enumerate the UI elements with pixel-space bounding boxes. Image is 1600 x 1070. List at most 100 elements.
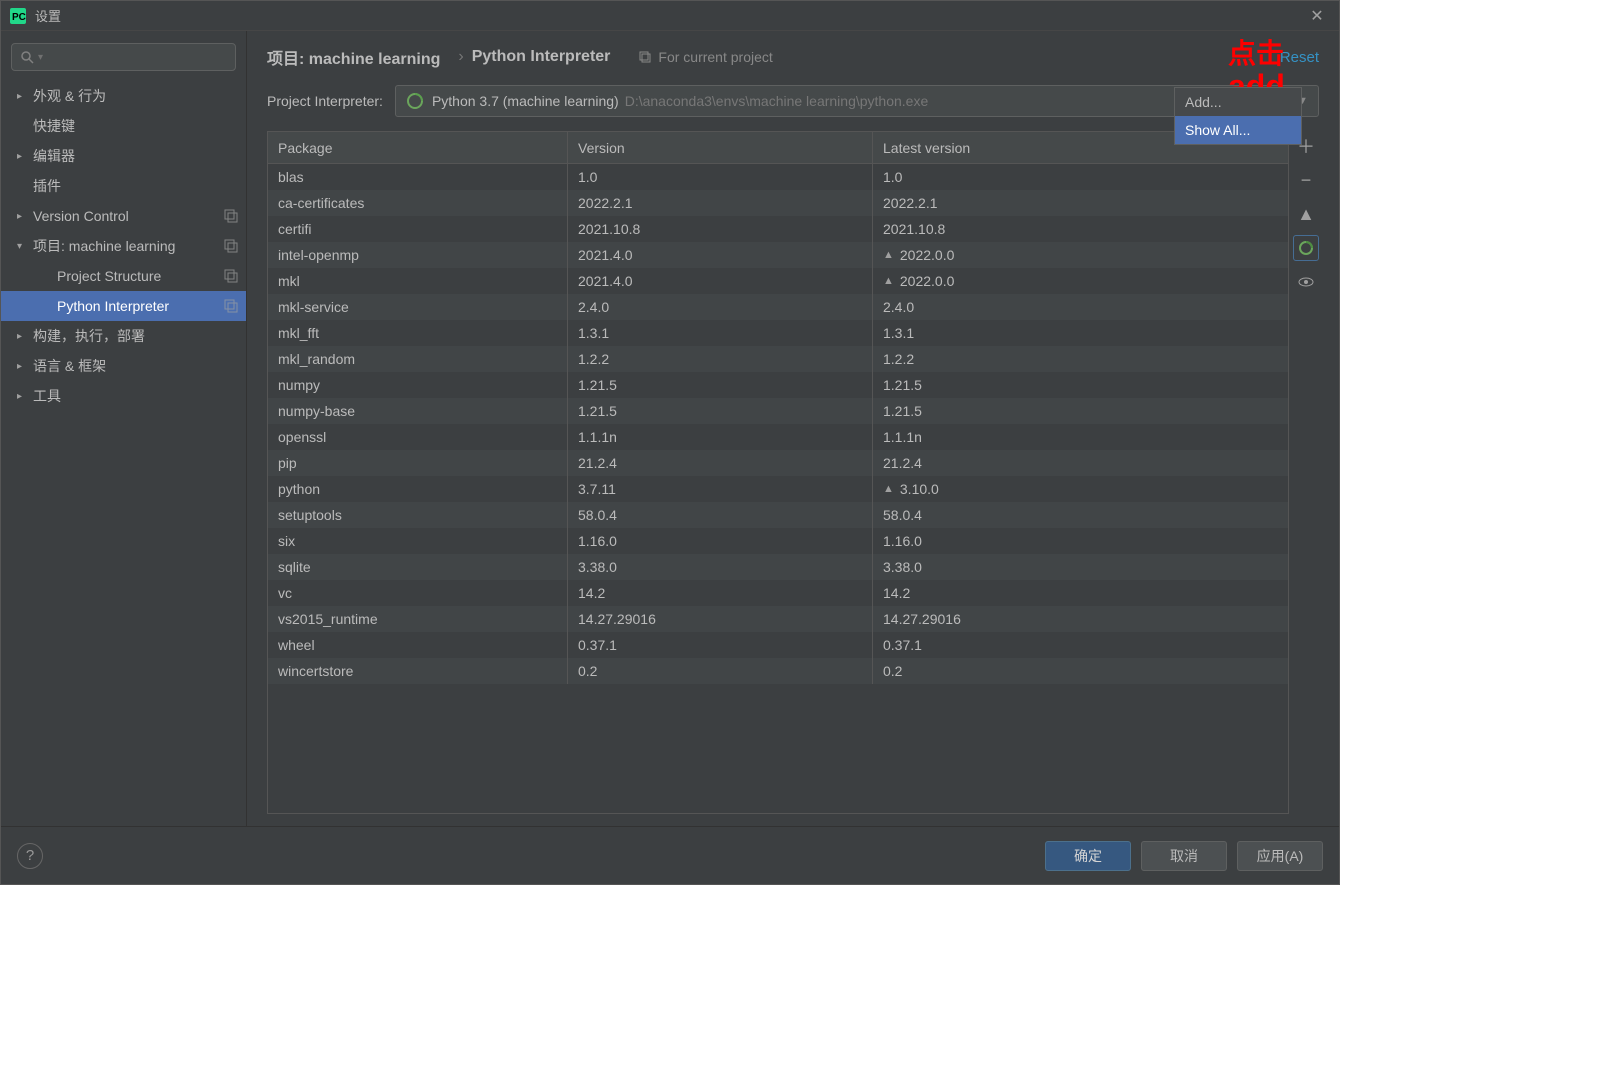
apply-button[interactable]: 应用(A) (1237, 841, 1323, 871)
sidebar-item-7[interactable]: Python Interpreter (1, 291, 246, 321)
sidebar-item-1[interactable]: 快捷键 (1, 111, 246, 141)
table-row[interactable]: vc14.214.2 (268, 580, 1288, 606)
table-row[interactable]: sqlite3.38.03.38.0 (268, 554, 1288, 580)
expand-arrow-icon (17, 91, 29, 102)
cell-latest: 1.21.5 (873, 398, 1288, 424)
cell-package: intel-openmp (268, 242, 568, 268)
cell-latest-text: 0.37.1 (883, 637, 922, 653)
upgrade-package-button[interactable]: ▲ (1293, 201, 1319, 227)
table-row[interactable]: blas1.01.0 (268, 164, 1288, 190)
window-title: 设置 (35, 6, 1303, 25)
table-body[interactable]: blas1.01.0ca-certificates2022.2.12022.2.… (268, 164, 1288, 813)
col-header-package[interactable]: Package (268, 132, 568, 163)
table-row[interactable]: ca-certificates2022.2.12022.2.1 (268, 190, 1288, 216)
expand-arrow-icon (17, 361, 29, 372)
cell-package: wincertstore (268, 658, 568, 684)
table-row[interactable]: setuptools58.0.458.0.4 (268, 502, 1288, 528)
remove-package-button[interactable]: − (1293, 167, 1319, 193)
cell-package: openssl (268, 424, 568, 450)
search-input[interactable]: ▾ (11, 43, 236, 71)
table-row[interactable]: wincertstore0.20.2 (268, 658, 1288, 684)
table-row[interactable]: vs2015_runtime14.27.2901614.27.29016 (268, 606, 1288, 632)
table-row[interactable]: six1.16.01.16.0 (268, 528, 1288, 554)
table-row[interactable]: openssl1.1.1n1.1.1n (268, 424, 1288, 450)
close-button[interactable]: ✕ (1303, 2, 1331, 30)
table-row[interactable]: mkl_fft1.3.11.3.1 (268, 320, 1288, 346)
sidebar-item-label: 编辑器 (33, 146, 238, 166)
cell-latest: ▲2022.0.0 (873, 242, 1288, 268)
interpreter-label: Project Interpreter: (267, 93, 383, 109)
upgrade-available-icon: ▲ (883, 249, 894, 261)
table-row[interactable]: python3.7.11▲3.10.0 (268, 476, 1288, 502)
refresh-button[interactable] (1293, 235, 1319, 261)
sidebar-item-label: Python Interpreter (57, 298, 218, 314)
table-row[interactable]: mkl_random1.2.21.2.2 (268, 346, 1288, 372)
cell-package: setuptools (268, 502, 568, 528)
breadcrumb-item-interpreter: Python Interpreter (472, 48, 611, 66)
cell-version: 1.0 (568, 164, 873, 190)
help-button[interactable]: ? (17, 843, 43, 869)
sidebar-item-6[interactable]: Project Structure (1, 261, 246, 291)
col-header-version[interactable]: Version (568, 132, 873, 163)
cell-latest-text: 0.2 (883, 663, 902, 679)
cell-version: 0.37.1 (568, 632, 873, 658)
table-row[interactable]: mkl-service2.4.02.4.0 (268, 294, 1288, 320)
sidebar-item-5[interactable]: 项目: machine learning (1, 231, 246, 261)
sidebar-item-0[interactable]: 外观 & 行为 (1, 81, 246, 111)
cell-latest-text: 1.1.1n (883, 429, 922, 445)
menu-item-add[interactable]: Add... (1175, 88, 1301, 116)
cell-version: 1.16.0 (568, 528, 873, 554)
table-row[interactable]: mkl2021.4.0▲2022.0.0 (268, 268, 1288, 294)
cell-latest-text: 2.4.0 (883, 299, 914, 315)
breadcrumb: 项目: machine learning › Python Interprete… (247, 31, 1339, 79)
upgrade-available-icon: ▲ (883, 483, 894, 495)
cell-latest: 58.0.4 (873, 502, 1288, 528)
table-row[interactable]: numpy1.21.51.21.5 (268, 372, 1288, 398)
cell-latest-text: 1.21.5 (883, 377, 922, 393)
table-row[interactable]: numpy-base1.21.51.21.5 (268, 398, 1288, 424)
sidebar-item-label: 快捷键 (33, 116, 238, 136)
project-badge-icon (224, 269, 238, 283)
cell-latest: 0.2 (873, 658, 1288, 684)
cell-latest-text: 3.38.0 (883, 559, 922, 575)
project-badge-icon (224, 239, 238, 253)
sidebar-item-3[interactable]: 插件 (1, 171, 246, 201)
ok-button[interactable]: 确定 (1045, 841, 1131, 871)
project-badge-icon (224, 299, 238, 313)
menu-item-show-all[interactable]: Show All... (1175, 116, 1301, 144)
table-row[interactable]: intel-openmp2021.4.0▲2022.0.0 (268, 242, 1288, 268)
show-early-releases-button[interactable] (1293, 269, 1319, 295)
cell-package: wheel (268, 632, 568, 658)
cell-latest: 2.4.0 (873, 294, 1288, 320)
table-row[interactable]: certifi2021.10.82021.10.8 (268, 216, 1288, 242)
cancel-button[interactable]: 取消 (1141, 841, 1227, 871)
eye-icon (1298, 274, 1314, 290)
search-icon (20, 50, 34, 64)
footer: ? 确定 取消 应用(A) (1, 826, 1339, 884)
cell-latest-text: 2022.0.0 (900, 273, 955, 289)
sidebar-item-8[interactable]: 构建，执行，部署 (1, 321, 246, 351)
expand-arrow-icon (17, 151, 29, 162)
table-row[interactable]: pip21.2.421.2.4 (268, 450, 1288, 476)
table-row[interactable]: wheel0.37.10.37.1 (268, 632, 1288, 658)
sidebar-item-label: 外观 & 行为 (33, 86, 238, 106)
cell-latest-text: 1.2.2 (883, 351, 914, 367)
cell-version: 58.0.4 (568, 502, 873, 528)
reset-button[interactable]: Reset (1280, 49, 1319, 66)
cell-latest-text: 1.21.5 (883, 403, 922, 419)
cell-version: 2022.2.1 (568, 190, 873, 216)
expand-arrow-icon (17, 241, 29, 252)
copy-icon (638, 50, 652, 64)
table-side-buttons: ＋ − ▲ (1289, 131, 1323, 814)
sidebar-item-2[interactable]: 编辑器 (1, 141, 246, 171)
expand-arrow-icon (17, 391, 29, 402)
cell-latest-text: 14.2 (883, 585, 910, 601)
sidebar-item-4[interactable]: Version Control (1, 201, 246, 231)
packages-table: Package Version Latest version blas1.01.… (267, 131, 1289, 814)
titlebar: PC 设置 ✕ (1, 1, 1339, 31)
sidebar-item-10[interactable]: 工具 (1, 381, 246, 411)
sidebar-item-label: 项目: machine learning (33, 236, 218, 256)
cell-latest: 1.0 (873, 164, 1288, 190)
cell-latest-text: 1.0 (883, 169, 902, 185)
sidebar-item-9[interactable]: 语言 & 框架 (1, 351, 246, 381)
